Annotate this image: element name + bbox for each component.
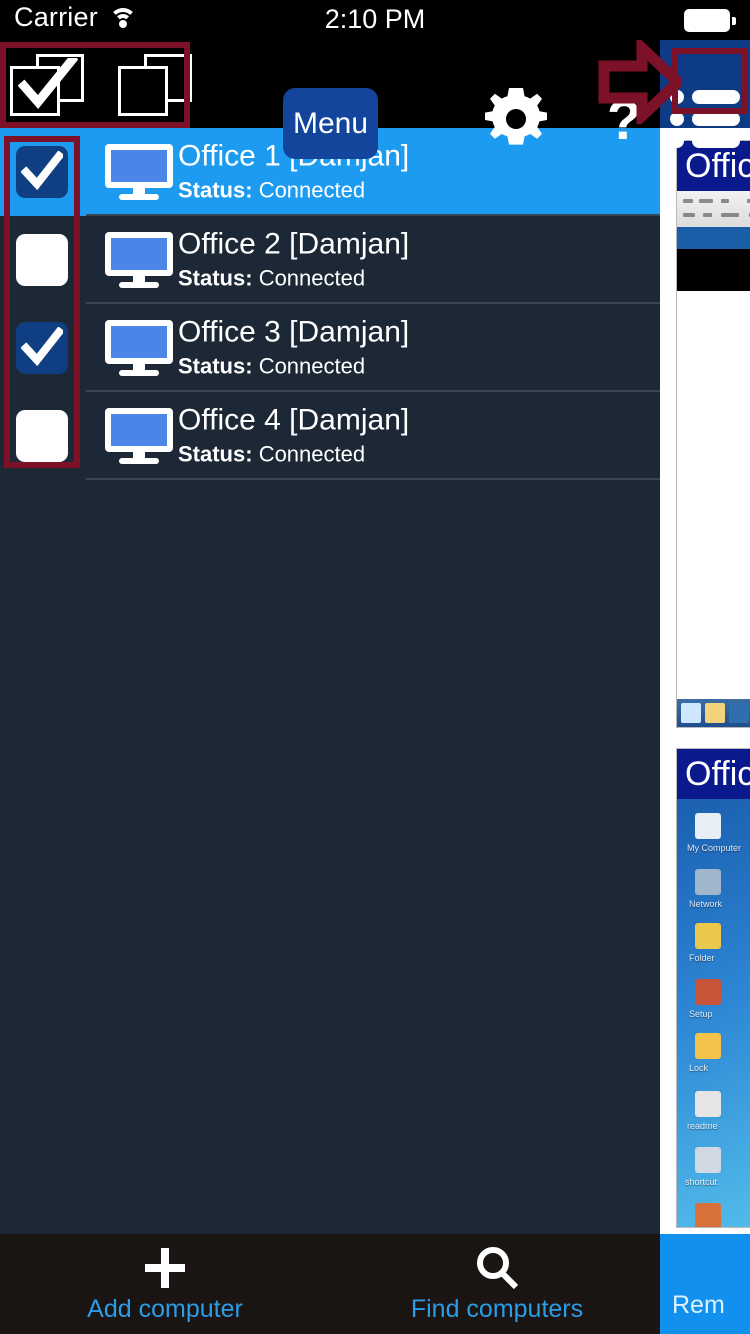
remote-button-label: Rem	[672, 1291, 725, 1319]
plus-icon	[145, 1247, 185, 1288]
help-button[interactable]: ?	[600, 90, 648, 152]
search-icon	[477, 1246, 519, 1289]
battery-icon	[684, 9, 736, 32]
row-divider	[86, 478, 660, 480]
thumbnail-title: Office	[677, 749, 750, 799]
computer-status: Status: Connected	[178, 177, 409, 205]
preview-desktop: My Computer Docs Network Folder Setup Lo…	[677, 799, 750, 1227]
row-text: Office 4 [Damjan] Status: Connected	[178, 404, 409, 469]
selection-toggle-group	[10, 54, 192, 116]
status-bar-clock: 2:10 PM	[324, 4, 426, 34]
remote-button[interactable]: Rem	[660, 1234, 750, 1334]
preview-dark-band	[677, 249, 750, 291]
check-mark-glyph	[21, 327, 63, 367]
computer-name: Office 4 [Damjan]	[178, 403, 410, 437]
row-text: Office 2 [Damjan] Status: Connected	[178, 228, 409, 293]
table-row[interactable]: Office 2 [Damjan] Status: Connected	[0, 216, 660, 304]
add-computer-label: Add computer	[87, 1294, 243, 1323]
preview-taskbar	[677, 699, 750, 727]
computer-list[interactable]: Office 1 [Damjan] Status: Connected Offi…	[0, 128, 660, 1234]
menu-button[interactable]: Menu	[283, 88, 378, 159]
top-toolbar: Menu ?	[0, 40, 750, 159]
monitor-icon	[105, 320, 173, 376]
thumbnail-panel[interactable]: Office	[660, 128, 750, 1234]
computer-name: Office 3 [Damjan]	[178, 315, 410, 349]
status-value: Connected	[258, 265, 366, 291]
menu-button-label: Menu	[292, 106, 369, 140]
status-bar: Carrier 2:10 PM	[0, 0, 750, 40]
app-root: Carrier 2:10 PM Menu ? Office 1 Status: …	[0, 0, 750, 1334]
status-label: Status:	[178, 353, 253, 379]
check-mark-glyph	[18, 58, 78, 109]
check-mark-glyph	[21, 151, 63, 191]
table-row[interactable]: Office 3 [Damjan] Status: Connected	[0, 304, 660, 392]
thumbnail-preview	[677, 191, 750, 727]
monitor-icon	[105, 144, 173, 200]
preview-toolbar	[677, 191, 750, 227]
select-all-checked-icon[interactable]	[10, 54, 84, 116]
gear-icon	[484, 88, 548, 145]
row-checkbox[interactable]	[16, 146, 68, 198]
status-label: Status:	[178, 177, 253, 203]
add-computer-button[interactable]: Add computer	[40, 1234, 290, 1334]
computer-status: Status: Connected	[178, 265, 409, 293]
status-label: Status:	[178, 441, 253, 467]
find-computers-button[interactable]: Find computers	[372, 1234, 622, 1334]
find-computers-label: Find computers	[410, 1294, 584, 1323]
settings-button[interactable]	[484, 88, 548, 150]
row-checkbox[interactable]	[16, 322, 68, 374]
table-row[interactable]: Office 4 [Damjan] Status: Connected	[0, 392, 660, 480]
help-button-label: ?	[606, 88, 642, 151]
monitor-icon	[105, 408, 173, 464]
computer-status: Status: Connected	[178, 353, 409, 381]
status-value: Connected	[258, 353, 366, 379]
status-value: Connected	[258, 177, 366, 203]
row-checkbox[interactable]	[16, 234, 68, 286]
row-checkbox[interactable]	[16, 410, 68, 462]
preview-ribbon	[677, 227, 750, 249]
status-value: Connected	[258, 441, 366, 467]
computer-status: Status: Connected	[178, 441, 409, 469]
thumbnail-card[interactable]: Office	[676, 140, 750, 728]
preview-document-area	[677, 291, 750, 699]
thumbnail-preview: My Computer Docs Network Folder Setup Lo…	[677, 799, 750, 1227]
row-text: Office 3 [Damjan] Status: Connected	[178, 316, 409, 381]
bottom-toolbar: Add computer Find computers Rem	[0, 1234, 750, 1334]
status-label: Status:	[178, 265, 253, 291]
list-view-button[interactable]	[668, 88, 742, 150]
thumbnail-card[interactable]: Office My Computer Docs Network Folder S…	[676, 748, 750, 1228]
monitor-icon	[105, 232, 173, 288]
deselect-all-icon[interactable]	[118, 54, 192, 116]
computer-name: Office 2 [Damjan]	[178, 227, 410, 261]
